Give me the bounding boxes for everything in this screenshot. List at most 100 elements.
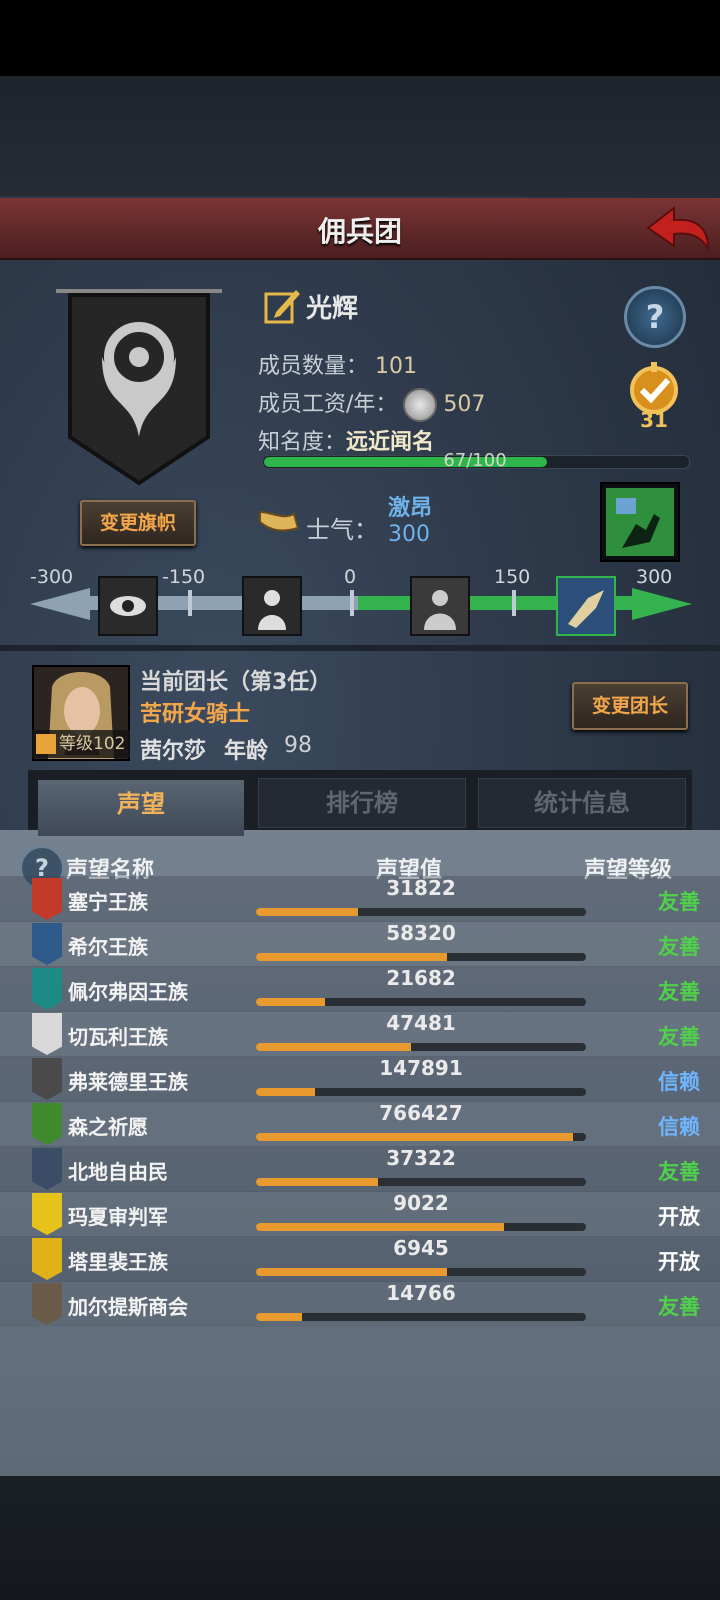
table-row[interactable]: 切瓦利王族 47481 友善 — [0, 1011, 720, 1057]
morale-charge-icon[interactable] — [600, 482, 680, 562]
morale-state: 激昂 — [388, 496, 433, 521]
team-banner-icon — [56, 289, 222, 486]
faction-name: 塞宁王族 — [68, 890, 148, 914]
table-row[interactable]: 希尔王族 58320 友善 — [0, 921, 720, 967]
leader-level-badge: 等级102 — [32, 730, 130, 758]
table-row[interactable]: 北地自由民 37322 友善 — [0, 1146, 720, 1192]
excited-icon[interactable] — [556, 576, 616, 636]
faction-name: 森之祈愿 — [68, 1115, 148, 1139]
faction-crest-icon — [32, 1238, 62, 1280]
reputation-progress-fill — [256, 1268, 448, 1276]
calm-icon[interactable] — [410, 576, 470, 636]
reputation-value: 14766 — [386, 1281, 456, 1305]
faction-crest-icon — [32, 968, 62, 1010]
table-row[interactable]: 加尔提斯商会 14766 友善 — [0, 1281, 720, 1327]
section-divider — [0, 645, 720, 651]
reputation-level: 友善 — [658, 935, 700, 959]
reputation-value: 147891 — [379, 1056, 463, 1080]
reputation-level: 开放 — [658, 1205, 700, 1229]
morale-value: 300 — [388, 522, 430, 547]
table-row[interactable]: 塔里裴王族 6945 开放 — [0, 1236, 720, 1282]
faction-name: 希尔王族 — [68, 935, 148, 959]
reputation-level: 友善 — [658, 980, 700, 1004]
reputation-progress-bar — [256, 998, 586, 1006]
leader-class: 苦研女骑士 — [140, 702, 251, 727]
silver-coin-icon — [403, 388, 438, 422]
tab-reputation[interactable]: 声望 — [38, 780, 244, 836]
reputation-value: 58320 — [386, 921, 456, 945]
scale-label: -300 — [30, 566, 74, 588]
tab-statistics[interactable]: 统计信息 — [478, 778, 686, 828]
edit-icon[interactable] — [262, 286, 302, 326]
scale-label: -150 — [162, 566, 206, 588]
bottom-band — [0, 1476, 720, 1600]
faction-name: 佩尔弗因王族 — [68, 980, 188, 1004]
team-name: 光辉 — [306, 294, 359, 324]
faction-crest-icon — [32, 1193, 62, 1235]
medal-count: 31 — [640, 408, 668, 432]
table-row[interactable]: 佩尔弗因王族 21682 友善 — [0, 966, 720, 1012]
reputation-level: 友善 — [658, 1025, 700, 1049]
reputation-progress-bar — [256, 1043, 586, 1051]
despair-icon[interactable] — [242, 576, 302, 636]
change-leader-button[interactable]: 变更团长 — [572, 682, 688, 730]
leader-age-label: 年龄 — [224, 739, 269, 764]
faction-name: 塔里裴王族 — [68, 1250, 168, 1274]
help-icon[interactable]: ? — [624, 286, 686, 348]
reputation-progress-fill — [256, 998, 326, 1006]
reputation-level: 信赖 — [658, 1070, 700, 1094]
tab-ranking[interactable]: 排行榜 — [258, 778, 466, 828]
table-row[interactable]: 弗莱德里王族 147891 信赖 — [0, 1056, 720, 1102]
reputation-value: 6945 — [393, 1236, 449, 1260]
faction-crest-icon — [32, 878, 62, 920]
reputation-progress-fill — [256, 1043, 412, 1051]
fame-progress-text: 67/100 — [443, 450, 507, 471]
faction-name: 北地自由民 — [68, 1160, 168, 1184]
faction-name: 弗莱德里王族 — [68, 1070, 188, 1094]
faction-crest-icon — [32, 923, 62, 965]
reputation-value: 21682 — [386, 966, 456, 990]
leader-level: 等级102 — [59, 734, 126, 754]
change-flag-button[interactable]: 变更旗帜 — [80, 500, 196, 546]
scale-tick — [350, 590, 354, 616]
reputation-progress-bar — [256, 1088, 586, 1096]
reputation-value: 766427 — [379, 1101, 463, 1125]
reputation-progress-bar — [256, 953, 586, 961]
reputation-value: 37322 — [386, 1146, 456, 1170]
reputation-progress-fill — [256, 908, 359, 916]
reputation-progress-bar — [256, 1223, 586, 1231]
reputation-level: 信赖 — [658, 1115, 700, 1139]
reputation-progress-bar — [256, 1268, 586, 1276]
reputation-progress-fill — [256, 953, 448, 961]
evil-eye-icon[interactable] — [98, 576, 158, 636]
reputation-progress-bar — [256, 908, 586, 916]
reputation-level: 友善 — [658, 1295, 700, 1319]
table-row[interactable]: 塞宁王族 31822 友善 — [0, 876, 720, 922]
leader-title: 当前团长（第3任） — [140, 670, 332, 695]
reputation-progress-bar — [256, 1133, 586, 1141]
scale-tick — [188, 590, 192, 616]
table-row[interactable]: 玛夏审判军 9022 开放 — [0, 1191, 720, 1237]
status-bar — [0, 0, 720, 76]
member-count-value: 101 — [375, 354, 418, 379]
reputation-progress-fill — [256, 1133, 573, 1141]
reputation-progress-bar — [256, 1313, 586, 1321]
reputation-progress-fill — [256, 1313, 303, 1321]
faction-name: 加尔提斯商会 — [68, 1295, 188, 1319]
table-row[interactable]: 森之祈愿 766427 信赖 — [0, 1101, 720, 1147]
faction-name: 切瓦利王族 — [68, 1025, 168, 1049]
back-arrow-icon[interactable] — [644, 202, 712, 254]
page-title: 佣兵团 — [317, 215, 402, 248]
reputation-progress-bar — [256, 1178, 586, 1186]
reputation-value: 47481 — [386, 1011, 456, 1035]
reputation-value: 9022 — [393, 1191, 449, 1215]
faction-crest-icon — [32, 1013, 62, 1055]
reputation-progress-fill — [256, 1178, 379, 1186]
morale-label: 士气： — [306, 516, 378, 544]
member-count-label: 成员数量： — [258, 354, 369, 379]
reputation-level: 开放 — [658, 1250, 700, 1274]
reputation-value: 31822 — [386, 876, 456, 900]
member-count: 成员数量： 101 — [258, 348, 417, 380]
scale-label: 150 — [494, 566, 531, 588]
member-wage-label: 成员工资/年： — [258, 392, 398, 417]
